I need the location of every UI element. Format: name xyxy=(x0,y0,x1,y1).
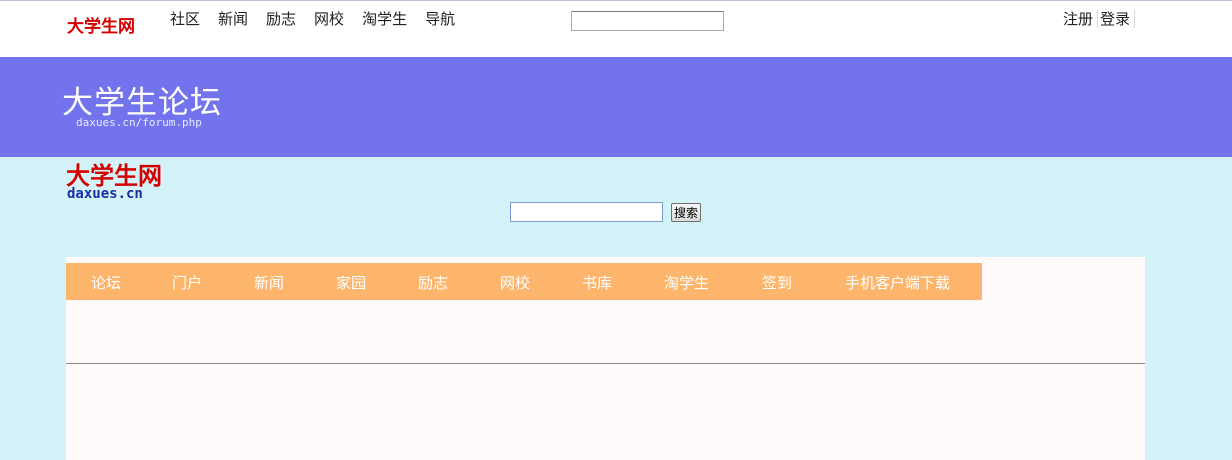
menu-item-forum[interactable]: 论坛 xyxy=(91,272,121,293)
menu-item-app-download[interactable]: 手机客户端下载 xyxy=(845,272,950,293)
banner-url: daxues.cn/forum.php xyxy=(76,116,202,129)
register-link[interactable]: 注册 xyxy=(1063,10,1099,28)
top-nav-inspire[interactable]: 励志 xyxy=(266,8,296,29)
menu-item-school[interactable]: 网校 xyxy=(500,272,530,293)
top-nav-news[interactable]: 新闻 xyxy=(218,8,248,29)
auth-links: 注册 登录 xyxy=(1063,10,1136,28)
content-divider xyxy=(66,363,1145,364)
menu-item-library[interactable]: 书库 xyxy=(582,272,612,293)
forum-banner: 大学生论坛 daxues.cn/forum.php xyxy=(0,57,1232,157)
site-domain: daxues.cn xyxy=(67,186,143,202)
menu-item-shop[interactable]: 淘学生 xyxy=(664,272,709,293)
top-nav-community[interactable]: 社区 xyxy=(170,8,200,29)
content-area: 论坛 门户 新闻 家园 励志 网校 书库 淘学生 签到 手机客户端下载 xyxy=(66,257,1145,460)
search-button[interactable]: 搜索 xyxy=(671,203,701,222)
top-bar: 大学生网 社区 新闻 励志 网校 淘学生 导航 注册 登录 xyxy=(0,0,1232,57)
menu-item-portal[interactable]: 门户 xyxy=(172,272,202,293)
login-link[interactable]: 登录 xyxy=(1098,10,1136,28)
top-nav-shop[interactable]: 淘学生 xyxy=(362,8,407,29)
top-logo[interactable]: 大学生网 xyxy=(67,12,135,37)
menu-item-home[interactable]: 家园 xyxy=(336,272,366,293)
top-nav-guide[interactable]: 导航 xyxy=(425,8,455,29)
menu-item-checkin[interactable]: 签到 xyxy=(762,272,792,293)
top-nav-school[interactable]: 网校 xyxy=(314,8,344,29)
main-menu: 论坛 门户 新闻 家园 励志 网校 书库 淘学生 签到 手机客户端下载 xyxy=(66,263,982,300)
top-search-input[interactable] xyxy=(571,11,724,31)
top-nav: 社区 新闻 励志 网校 淘学生 导航 xyxy=(170,8,473,29)
search-input[interactable] xyxy=(510,202,663,222)
menu-item-inspire[interactable]: 励志 xyxy=(418,272,448,293)
menu-item-news[interactable]: 新闻 xyxy=(254,272,284,293)
